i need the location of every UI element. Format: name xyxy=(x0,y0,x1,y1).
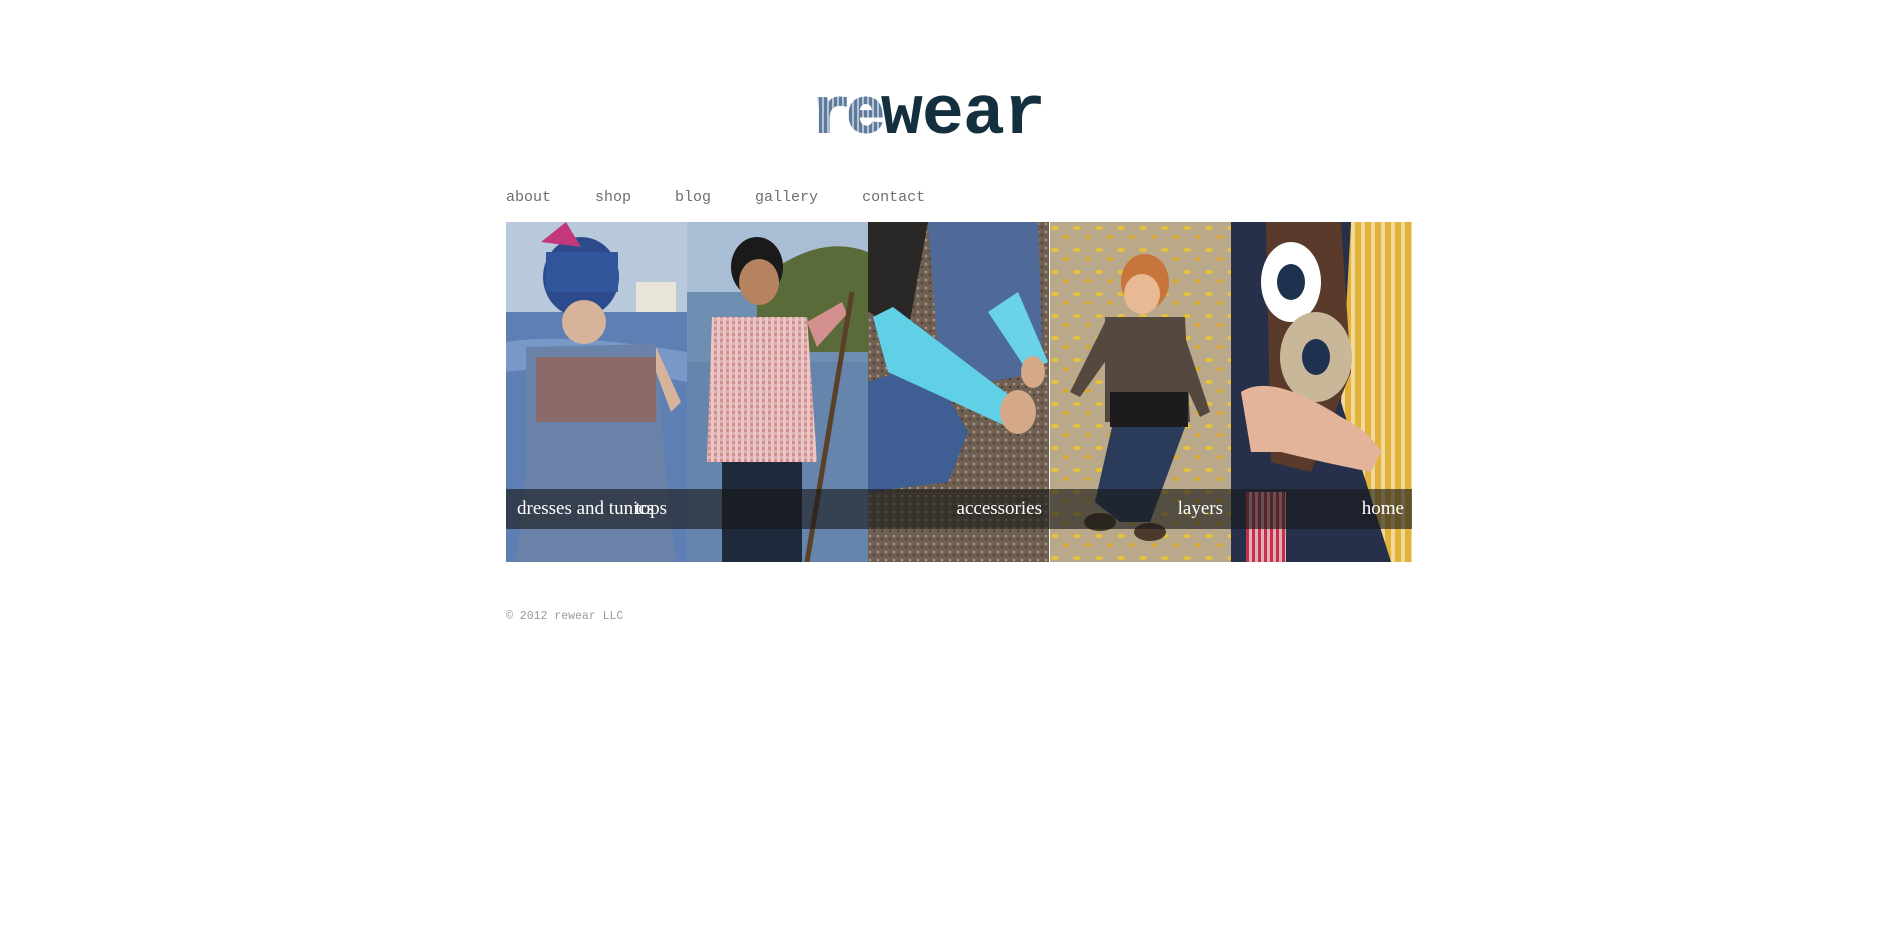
logo-prefix: re xyxy=(811,80,886,152)
category-label-tops[interactable]: tops xyxy=(635,498,667,520)
nav-contact-link[interactable]: contact xyxy=(862,189,925,206)
category-label-dresses[interactable]: dresses and tunics xyxy=(517,498,654,520)
nav-about-link[interactable]: about xyxy=(506,189,551,206)
tops-photo xyxy=(687,222,869,562)
category-label-layers[interactable]: layers xyxy=(1178,498,1223,520)
category-label-home[interactable]: home xyxy=(1362,498,1404,520)
category-gallery: dresses and tunics tops accessories laye… xyxy=(506,222,1412,562)
nav-gallery-link[interactable]: gallery xyxy=(755,189,818,206)
main-nav: about shop blog gallery contact xyxy=(506,189,969,206)
logo-main: wear xyxy=(880,76,1046,155)
nav-shop-link[interactable]: shop xyxy=(595,189,631,206)
category-label-accessories[interactable]: accessories xyxy=(957,498,1042,520)
category-panel-tops[interactable] xyxy=(687,222,869,562)
site-logo[interactable]: re wear xyxy=(811,76,1112,155)
copyright-text: © 2012 rewear LLC xyxy=(506,610,624,623)
nav-blog-link[interactable]: blog xyxy=(675,189,711,206)
